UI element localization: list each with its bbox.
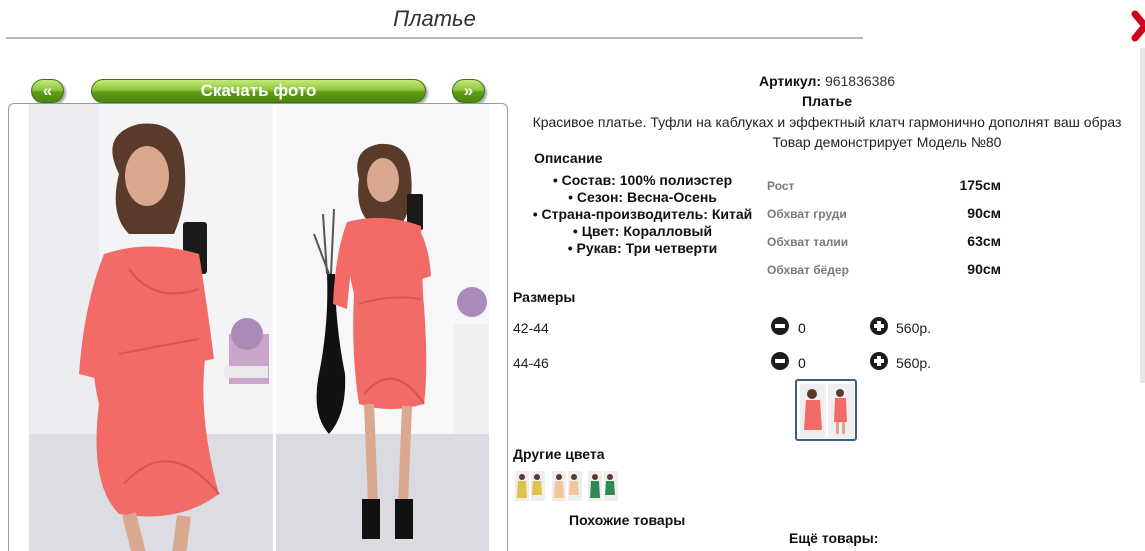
article: Артикул: 961836386 xyxy=(512,73,1142,89)
plus-icon[interactable] xyxy=(870,317,888,335)
size-price: 560р. xyxy=(896,355,932,371)
download-photo-label: Скачать фото xyxy=(200,81,317,100)
description-list: Состав: 100% полиэстер Сезон: Весна-Осен… xyxy=(530,172,755,257)
selected-photo-thumbnail[interactable] xyxy=(795,379,857,441)
product-description: Красивое платье. Туфли на каблуках и эфф… xyxy=(532,114,1122,130)
color-swatch[interactable] xyxy=(552,471,582,501)
more-products-heading: Ещё товары: xyxy=(789,530,879,546)
description-item: Цвет: Коралловый xyxy=(530,223,755,240)
description-heading: Описание xyxy=(534,150,603,166)
title-divider xyxy=(6,37,863,39)
size-price: 560р. xyxy=(896,320,932,336)
measurement-row: Обхват бёдер 90см xyxy=(767,260,1007,288)
measurement-row: Рост 175см xyxy=(767,176,1007,204)
size-label: 44-46 xyxy=(513,355,549,371)
download-photo-button[interactable]: Скачать фото xyxy=(91,79,426,103)
similar-products-heading: Похожие товары xyxy=(569,512,686,528)
product-photo xyxy=(8,103,508,551)
prev-photo-label: « xyxy=(42,81,53,100)
measurement-row: Обхват талии 63см xyxy=(767,232,1007,260)
plus-icon[interactable] xyxy=(870,352,888,370)
description-item: Сезон: Весна-Осень xyxy=(530,189,755,206)
measurement-label: Обхват талии xyxy=(767,235,849,249)
color-swatch[interactable] xyxy=(588,471,618,501)
size-label: 42-44 xyxy=(513,320,549,336)
size-row: 42-44 0 560р. xyxy=(513,317,953,339)
article-label: Артикул: xyxy=(758,73,822,89)
close-icon[interactable] xyxy=(1129,8,1145,44)
measurement-label: Обхват бёдер xyxy=(767,263,849,277)
quantity-value: 0 xyxy=(798,355,806,371)
description-item: Рукав: Три четверти xyxy=(530,240,755,257)
other-colors-heading: Другие цвета xyxy=(513,446,605,462)
color-swatch[interactable] xyxy=(515,471,545,501)
measurement-value: 175см xyxy=(959,177,1001,193)
quantity-value: 0 xyxy=(798,320,806,336)
measurement-label: Обхват груди xyxy=(767,207,847,221)
measurement-value: 90см xyxy=(967,261,1001,277)
sizes-heading: Размеры xyxy=(513,289,576,305)
description-item: Страна-производитель: Китай xyxy=(530,206,755,223)
description-item: Состав: 100% полиэстер xyxy=(530,172,755,189)
size-row: 44-46 0 560р. xyxy=(513,352,953,374)
model-note: Товар демонстрирует Модель №80 xyxy=(772,134,1002,150)
prev-photo-button[interactable]: « xyxy=(31,79,64,103)
next-photo-label: » xyxy=(463,81,474,100)
measurement-value: 63см xyxy=(967,233,1001,249)
minus-icon[interactable] xyxy=(771,352,789,370)
next-photo-button[interactable]: » xyxy=(452,79,485,103)
measurement-value: 90см xyxy=(967,205,1001,221)
model-measurements: Рост 175см Обхват груди 90см Обхват тали… xyxy=(767,176,1007,288)
measurement-row: Обхват груди 90см xyxy=(767,204,1007,232)
scrollbar[interactable] xyxy=(1140,48,1145,383)
measurement-label: Рост xyxy=(767,179,795,193)
article-value: 961836386 xyxy=(824,73,896,89)
minus-icon[interactable] xyxy=(771,317,789,335)
product-name: Платье xyxy=(802,93,852,109)
page-title: Платье xyxy=(393,6,476,31)
